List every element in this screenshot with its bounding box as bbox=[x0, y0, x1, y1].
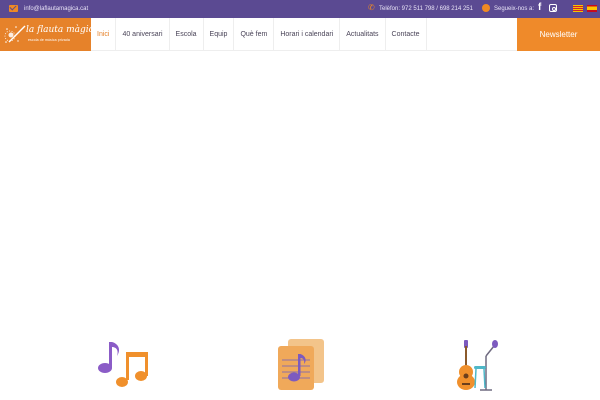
nav-item-contacte[interactable]: Contacte bbox=[386, 18, 427, 51]
magic-flute-logo-icon bbox=[4, 25, 26, 43]
language-spanish-flag-icon[interactable] bbox=[587, 5, 597, 12]
sheet-music-icon bbox=[278, 339, 324, 390]
logo-tagline: escola de música privada bbox=[28, 38, 70, 42]
contact-email[interactable]: info@laflautamagica.cat bbox=[24, 5, 88, 13]
phone-icon: ✆ bbox=[368, 3, 375, 12]
globe-icon bbox=[482, 4, 490, 12]
language-catalan-flag-icon[interactable] bbox=[573, 5, 583, 12]
site-logo[interactable]: la flauta màgica escola de música privad… bbox=[0, 18, 91, 51]
nav-item-inici[interactable]: Inici bbox=[91, 18, 117, 51]
main-navigation: la flauta màgica escola de música privad… bbox=[0, 18, 600, 51]
nav-item-40-aniversari[interactable]: 40 aniversari bbox=[116, 18, 170, 51]
guitar-microphone-icon bbox=[457, 340, 498, 391]
facebook-icon[interactable]: f bbox=[538, 2, 541, 14]
music-notes-icon bbox=[98, 342, 148, 387]
mail-icon bbox=[9, 5, 18, 12]
menu-bar: Inici 40 aniversari Escola Equip Què fem… bbox=[91, 18, 427, 51]
nav-item-horari-calendari[interactable]: Horari i calendari bbox=[274, 18, 341, 51]
nav-item-equip[interactable]: Equip bbox=[204, 18, 235, 51]
nav-item-que-fem[interactable]: Què fem bbox=[234, 18, 275, 51]
newsletter-button[interactable]: Newsletter bbox=[517, 18, 600, 51]
contact-phone[interactable]: Telèfon: 972 511 798 / 698 214 251 bbox=[379, 5, 473, 13]
top-bar: info@laflautamagica.cat ✆ Telèfon: 972 5… bbox=[0, 0, 600, 18]
follow-us-label: Segueix-nos a: bbox=[494, 6, 535, 12]
instagram-icon[interactable] bbox=[549, 4, 557, 12]
logo-brand-text: la flauta màgica bbox=[26, 25, 91, 35]
nav-item-escola[interactable]: Escola bbox=[170, 18, 204, 51]
nav-item-actualitats[interactable]: Actualitats bbox=[340, 18, 386, 51]
